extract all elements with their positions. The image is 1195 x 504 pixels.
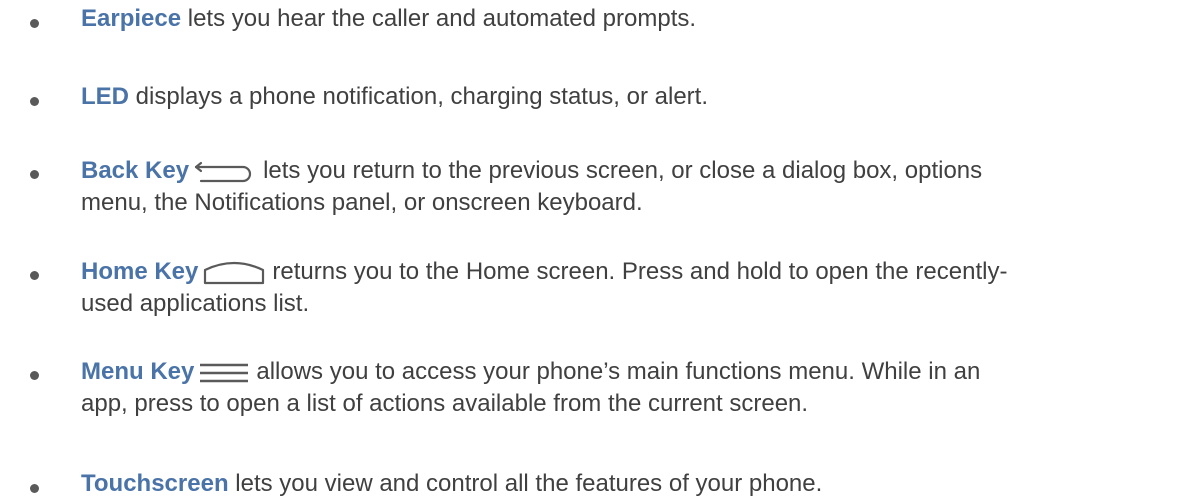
description: lets you hear the caller and automated p… [181, 5, 697, 32]
term-led: LED [81, 83, 129, 110]
menu-lines-icon [198, 362, 250, 384]
bullet [30, 97, 39, 106]
term-back-key: Back Key [81, 157, 190, 184]
bullet [30, 19, 39, 28]
description-line-2: app, press to open a list of actions ava… [81, 390, 809, 417]
term-touchscreen: Touchscreen [81, 470, 229, 497]
description: lets you view and control all the featur… [228, 470, 823, 497]
home-outline-icon [202, 260, 266, 286]
bullet [30, 484, 39, 493]
description-line-1: returns you to the Home screen. Press an… [272, 258, 1008, 285]
description: displays a phone notification, charging … [129, 83, 708, 110]
term-earpiece: Earpiece [81, 5, 182, 32]
description-line-1: allows you to access your phone’s main f… [256, 358, 981, 385]
list-item-text: LED displays a phone notification, charg… [81, 81, 1175, 113]
bullet [30, 170, 39, 179]
list-item-text: Menu Key allows you to access your phone… [81, 356, 1175, 420]
list-item-text: Earpiece lets you hear the caller and au… [81, 3, 1175, 35]
back-arrow-icon [193, 160, 257, 184]
term-home-key: Home Key [81, 258, 199, 285]
bullet [30, 271, 39, 280]
description-line-1: lets you return to the previous screen, … [263, 157, 983, 184]
list-item-text: Home Key returns you to the Home screen.… [81, 256, 1175, 320]
description-line-2: used applications list. [81, 290, 310, 317]
bullet [30, 371, 39, 380]
description-line-2: menu, the Notifications panel, or onscre… [81, 189, 643, 216]
list-item-text: Back Key lets you return to the previous… [81, 155, 1175, 219]
term-menu-key: Menu Key [81, 358, 195, 385]
list-item-text: Touchscreen lets you view and control al… [81, 468, 1175, 500]
